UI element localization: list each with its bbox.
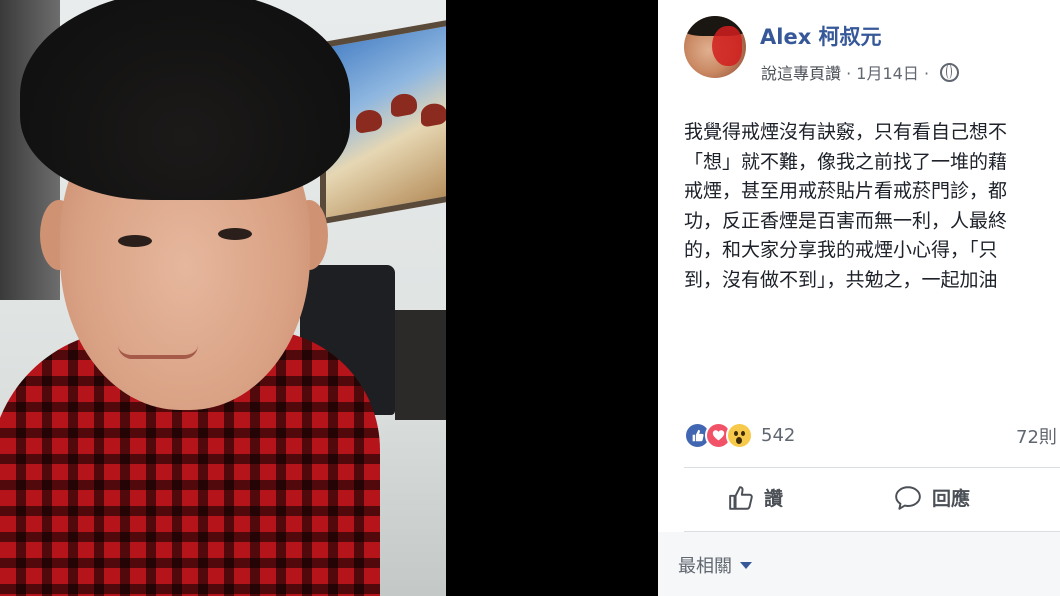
wow-icon [726,421,753,449]
caret-down-icon [740,561,752,569]
wow-eye [741,430,745,436]
comments-count[interactable]: 72則 [1016,423,1057,449]
post-card: Alex 柯叔元 說這專頁讚 · 1月14日 · 我覺得戒煙沒有訣竅，只有看自己… [658,0,1060,596]
horse-figure [391,91,417,118]
meta-separator: · [923,64,930,83]
wow-mouth [736,436,742,444]
post-body-line: 的，和大家分享我的戒煙小心得，「只 [684,239,998,261]
posted-by-link[interactable]: 說這專頁讚 [761,64,841,83]
like-label: 讚 [764,488,784,510]
divider [684,467,1060,468]
post-body-line: 到，沒有做不到」，共勉之，一起加油 [684,268,998,291]
sort-label: 最相關 [678,556,732,577]
post-body-line: 「想」就不難，像我之前找了一堆的藉 [684,150,1008,173]
mouth [118,345,198,359]
comment-icon [895,485,921,510]
post-photo[interactable] [0,0,446,596]
thumbs-up-icon [729,485,753,510]
author-name[interactable]: Alex 柯叔元 [760,21,882,51]
horse-figure [421,101,446,128]
author-avatar[interactable] [684,16,746,78]
post-date[interactable]: 1月14日 [856,64,919,83]
meta-separator: · [846,64,852,83]
post-body-line: 戒煙，甚至用戒菸貼片看戒菸門診，都 [684,180,1008,202]
horse-figure [356,107,382,135]
side-table [395,310,446,420]
reaction-count: 542 [761,424,796,446]
post-body-line: 我覺得戒煙沒有訣竅，只有看自己想不 [684,121,1008,143]
eye [118,235,152,247]
comment-button[interactable]: 回應 [894,484,970,511]
eye [218,228,252,240]
post-body-line: 功，反正香煙是百害而無一利，人最終 [684,209,1008,232]
post-body: 我覺得戒煙沒有訣竅，只有看自己想不 「想」就不難，像我之前找了一堆的藉 戒煙，甚… [684,118,1060,295]
like-button[interactable]: 讚 [728,484,783,511]
comment-label: 回應 [932,488,971,510]
hair [20,0,350,200]
avatar-face-paint [712,26,742,66]
sort-dropdown[interactable]: 最相關 [678,552,752,578]
globe-icon [940,63,960,82]
wow-eye [734,430,738,436]
post-meta: 說這專頁讚 · 1月14日 · [761,60,960,84]
reactions-summary[interactable]: 542 [684,421,795,449]
